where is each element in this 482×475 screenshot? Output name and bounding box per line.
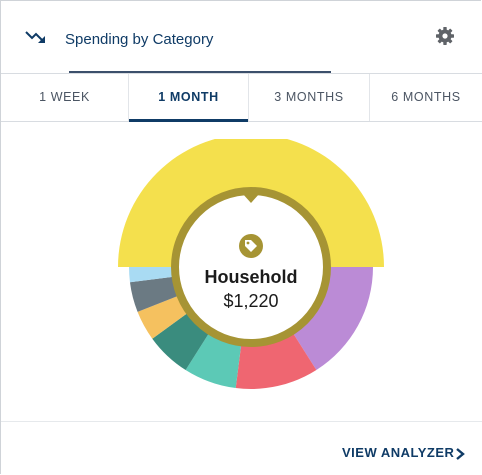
view-analyzer-link[interactable]: VIEW ANALYZER — [342, 445, 454, 460]
card-title: Spending by Category — [65, 31, 214, 48]
tab-3-months[interactable]: 3 MONTHS — [249, 74, 370, 121]
tab-1-month[interactable]: 1 MONTH — [129, 74, 249, 122]
tag-icon — [239, 234, 263, 258]
chevron-right-icon[interactable] — [454, 447, 466, 461]
card-header: Spending by Category — [1, 1, 482, 73]
tab-6-months[interactable]: 6 MONTHS — [370, 74, 482, 121]
tab-1-week[interactable]: 1 WEEK — [1, 74, 129, 121]
selected-category-summary: Household $1,220 — [161, 267, 341, 312]
selected-category-amount: $1,220 — [223, 291, 279, 311]
footer-divider — [1, 421, 482, 422]
period-tabs: 1 WEEK 1 MONTH 3 MONTHS 6 MONTHS — [1, 74, 482, 122]
gear-icon[interactable] — [435, 26, 455, 46]
spending-card: Spending by Category 1 WEEK 1 MONTH 3 MO… — [0, 0, 482, 474]
trending-down-icon — [25, 31, 45, 43]
selected-category-name: Household — [204, 267, 298, 287]
